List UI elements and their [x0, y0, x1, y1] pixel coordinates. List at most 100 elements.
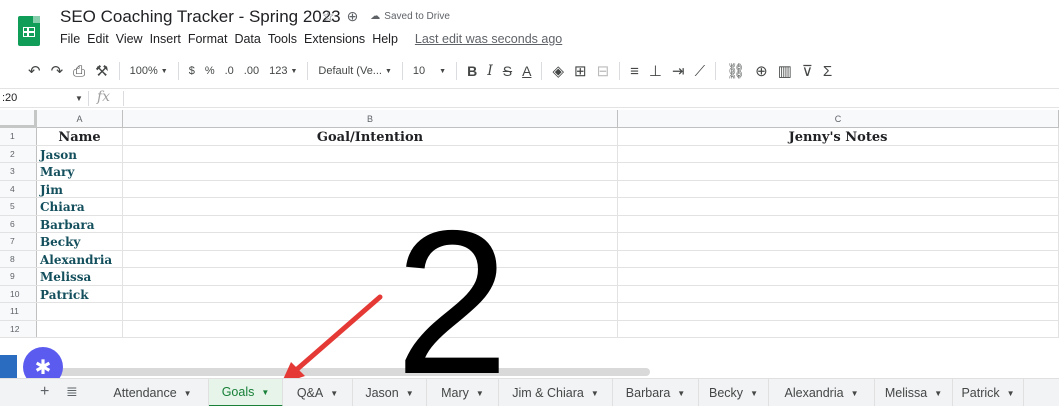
menu-view[interactable]: View	[116, 32, 143, 46]
functions-icon[interactable]: Σ	[823, 63, 832, 80]
row-number[interactable]: 7	[0, 233, 37, 250]
horizontal-align-icon[interactable]: ≡	[630, 63, 639, 80]
goal-cell[interactable]	[123, 180, 618, 197]
print-icon[interactable]: ⎙	[73, 63, 85, 80]
row-number[interactable]: 4	[0, 180, 37, 197]
goal-cell[interactable]	[123, 163, 618, 180]
font-select[interactable]: Default (Ve... ▼	[318, 65, 392, 77]
sheet-tab[interactable]: Melissa ▼	[875, 379, 953, 406]
name-cell[interactable]: Melissa	[37, 268, 123, 285]
increase-decimal-button[interactable]: .00	[244, 65, 259, 77]
name-cell[interactable]: Alexandria	[37, 250, 123, 267]
paint-format-icon[interactable]: ⚒	[95, 62, 108, 80]
name-cell[interactable]	[37, 303, 123, 320]
row-number[interactable]: 8	[0, 250, 37, 267]
notes-cell[interactable]	[618, 215, 1059, 232]
sheets-logo-icon[interactable]	[18, 16, 40, 46]
chevron-down-icon[interactable]: ▼	[261, 388, 269, 397]
row-number[interactable]: 5	[0, 198, 37, 215]
notes-cell[interactable]	[618, 198, 1059, 215]
document-title[interactable]: SEO Coaching Tracker - Spring 2023	[60, 7, 341, 27]
chevron-down-icon[interactable]: ▼	[1007, 389, 1015, 398]
sheet-tab[interactable]: Q&A ▼	[283, 379, 353, 406]
menu-insert[interactable]: Insert	[150, 32, 181, 46]
borders-icon[interactable]: ⊞	[574, 62, 587, 80]
text-wrap-icon[interactable]: ⇥	[672, 62, 685, 80]
sheet-tab[interactable]: Barbara ▼	[613, 379, 699, 406]
row-number[interactable]: 9	[0, 268, 37, 285]
sheet-tab[interactable]: Becky ▼	[699, 379, 769, 406]
name-cell[interactable]: Jason	[37, 145, 123, 162]
goal-cell[interactable]	[123, 285, 618, 302]
notes-cell[interactable]	[618, 180, 1059, 197]
row-number[interactable]: 12	[0, 320, 37, 337]
goal-cell[interactable]	[123, 303, 618, 320]
menu-data[interactable]: Data	[234, 32, 260, 46]
notes-cell[interactable]	[618, 303, 1059, 320]
notes-cell[interactable]	[618, 163, 1059, 180]
sheet-tab[interactable]: Jason ▼	[353, 379, 427, 406]
column-header-b[interactable]: B	[123, 110, 618, 128]
link-icon[interactable]: ⛓	[726, 62, 745, 80]
menu-extensions[interactable]: Extensions	[304, 32, 365, 46]
header-cell-goal[interactable]: Goal/Intention	[123, 128, 618, 145]
row-number[interactable]: 6	[0, 215, 37, 232]
name-box[interactable]: :20	[2, 92, 17, 104]
menu-help[interactable]: Help	[372, 32, 398, 46]
move-icon[interactable]: ⊕	[347, 8, 359, 25]
redo-icon[interactable]: ↷	[51, 62, 64, 80]
decrease-decimal-button[interactable]: .0	[225, 65, 234, 77]
sheet-tab[interactable]: Jim & Chiara ▼	[499, 379, 613, 406]
text-rotation-icon[interactable]: ⟋	[695, 63, 706, 80]
goal-cell[interactable]	[123, 215, 618, 232]
menu-edit[interactable]: Edit	[87, 32, 109, 46]
all-sheets-menu-icon[interactable]: ≣	[66, 383, 78, 400]
row-number[interactable]: 3	[0, 163, 37, 180]
name-cell[interactable]: Mary	[37, 163, 123, 180]
name-cell[interactable]: Becky	[37, 233, 123, 250]
menu-format[interactable]: Format	[188, 32, 228, 46]
notes-cell[interactable]	[618, 250, 1059, 267]
comment-icon[interactable]: ⊕	[755, 62, 768, 80]
name-cell[interactable]: Jim	[37, 180, 123, 197]
sheet-tab[interactable]: Mary ▼	[427, 379, 499, 406]
notes-cell[interactable]	[618, 285, 1059, 302]
goal-cell[interactable]	[123, 250, 618, 267]
sheet-tab[interactable]: Patrick ▼	[953, 379, 1024, 406]
header-cell-name[interactable]: Name	[37, 128, 123, 145]
column-header-a[interactable]: A	[37, 110, 123, 128]
star-icon[interactable]: ☆	[322, 8, 335, 25]
goal-cell[interactable]	[123, 268, 618, 285]
percent-button[interactable]: %	[205, 65, 215, 77]
chevron-down-icon[interactable]: ▼	[75, 94, 83, 103]
italic-button[interactable]: I	[487, 63, 493, 79]
menu-file[interactable]: File	[60, 32, 80, 46]
chevron-down-icon[interactable]: ▼	[934, 389, 942, 398]
name-cell[interactable]: Patrick	[37, 285, 123, 302]
sheet-tab[interactable]: Alexandria ▼	[769, 379, 875, 406]
name-cell[interactable]	[37, 320, 123, 337]
undo-icon[interactable]: ↶	[28, 62, 41, 80]
row-number[interactable]: 2	[0, 145, 37, 162]
chart-icon[interactable]: ▥	[778, 62, 792, 80]
vertical-align-icon[interactable]: ⊥	[649, 62, 662, 80]
name-cell[interactable]: Chiara	[37, 198, 123, 215]
goal-cell[interactable]	[123, 233, 618, 250]
currency-button[interactable]: $	[189, 65, 195, 77]
horizontal-scrollbar[interactable]	[44, 368, 650, 376]
number-format-select[interactable]: 123 ▼	[269, 65, 297, 77]
notes-cell[interactable]	[618, 268, 1059, 285]
goal-cell[interactable]	[123, 320, 618, 337]
menu-tools[interactable]: Tools	[268, 32, 297, 46]
row-number[interactable]: 10	[0, 285, 37, 302]
chevron-down-icon[interactable]: ▼	[184, 389, 192, 398]
add-sheet-icon[interactable]: +	[40, 383, 49, 401]
last-edit-link[interactable]: Last edit was seconds ago	[415, 32, 562, 46]
notes-cell[interactable]	[618, 320, 1059, 337]
chevron-down-icon[interactable]: ▼	[476, 389, 484, 398]
sheet-tab[interactable]: Attendance ▼	[97, 379, 209, 406]
chevron-down-icon[interactable]: ▼	[330, 389, 338, 398]
chevron-down-icon[interactable]: ▼	[591, 389, 599, 398]
row-number[interactable]: 11	[0, 303, 37, 320]
chevron-down-icon[interactable]: ▼	[851, 389, 859, 398]
